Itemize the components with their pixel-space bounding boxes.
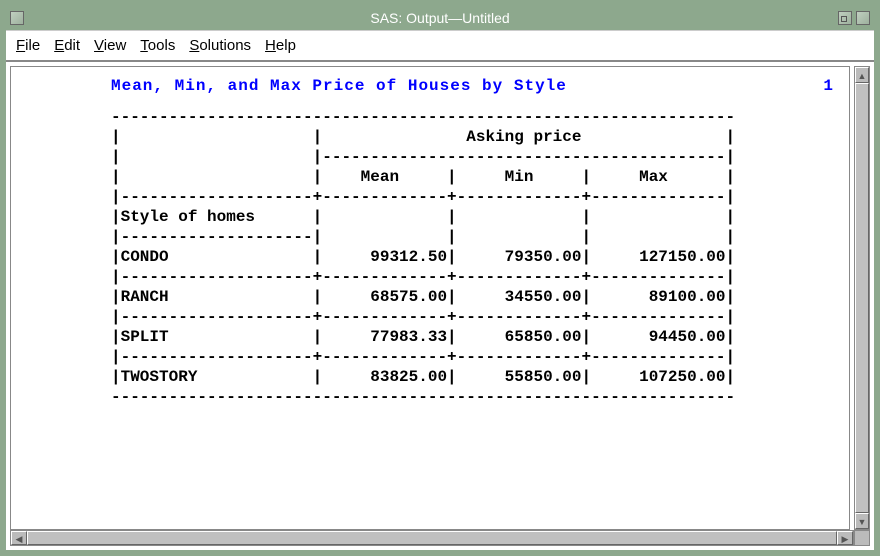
scroll-thumb[interactable] bbox=[27, 531, 837, 545]
menu-view[interactable]: View bbox=[94, 37, 126, 54]
page-number: 1 bbox=[823, 77, 833, 95]
horizontal-scrollbar-row: ◀ ▶ bbox=[10, 530, 870, 546]
menu-label: elp bbox=[276, 37, 296, 54]
scroll-left-arrow-icon[interactable]: ◀ bbox=[11, 531, 27, 545]
scrollbar-corner bbox=[854, 530, 870, 546]
system-menu-button[interactable] bbox=[10, 11, 24, 25]
window-title: SAS: Output—Untitled bbox=[370, 10, 509, 26]
menu-tools[interactable]: Tools bbox=[140, 37, 175, 54]
menu-label: ools bbox=[148, 37, 176, 54]
menu-label: ile bbox=[25, 37, 40, 54]
content-area-wrapper: Mean, Min, and Max Price of Houses by St… bbox=[6, 62, 874, 530]
scroll-right-arrow-icon[interactable]: ▶ bbox=[837, 531, 853, 545]
horizontal-scrollbar[interactable]: ◀ ▶ bbox=[10, 530, 854, 546]
menu-label: dit bbox=[64, 37, 80, 54]
menu-label: olutions bbox=[199, 37, 251, 54]
scroll-down-arrow-icon[interactable]: ▼ bbox=[855, 513, 869, 529]
scroll-up-arrow-icon[interactable]: ▲ bbox=[855, 67, 869, 83]
vertical-scrollbar[interactable]: ▲ ▼ bbox=[854, 66, 870, 530]
minimize-button[interactable] bbox=[838, 11, 852, 25]
menu-help[interactable]: Help bbox=[265, 37, 296, 54]
output-viewport: Mean, Min, and Max Price of Houses by St… bbox=[10, 66, 850, 530]
menu-label: iew bbox=[104, 37, 127, 54]
tabulate-output: ----------------------------------------… bbox=[21, 107, 843, 407]
titlebar[interactable]: SAS: Output—Untitled bbox=[6, 6, 874, 30]
maximize-button[interactable] bbox=[856, 11, 870, 25]
app-window: SAS: Output—Untitled File Edit View Tool… bbox=[0, 0, 880, 556]
menu-solutions[interactable]: Solutions bbox=[189, 37, 251, 54]
menu-edit[interactable]: Edit bbox=[54, 37, 80, 54]
menubar: File Edit View Tools Solutions Help bbox=[6, 30, 874, 62]
scroll-thumb[interactable] bbox=[855, 83, 869, 513]
report-title: Mean, Min, and Max Price of Houses by St… bbox=[111, 77, 567, 95]
menu-file[interactable]: File bbox=[16, 37, 40, 54]
